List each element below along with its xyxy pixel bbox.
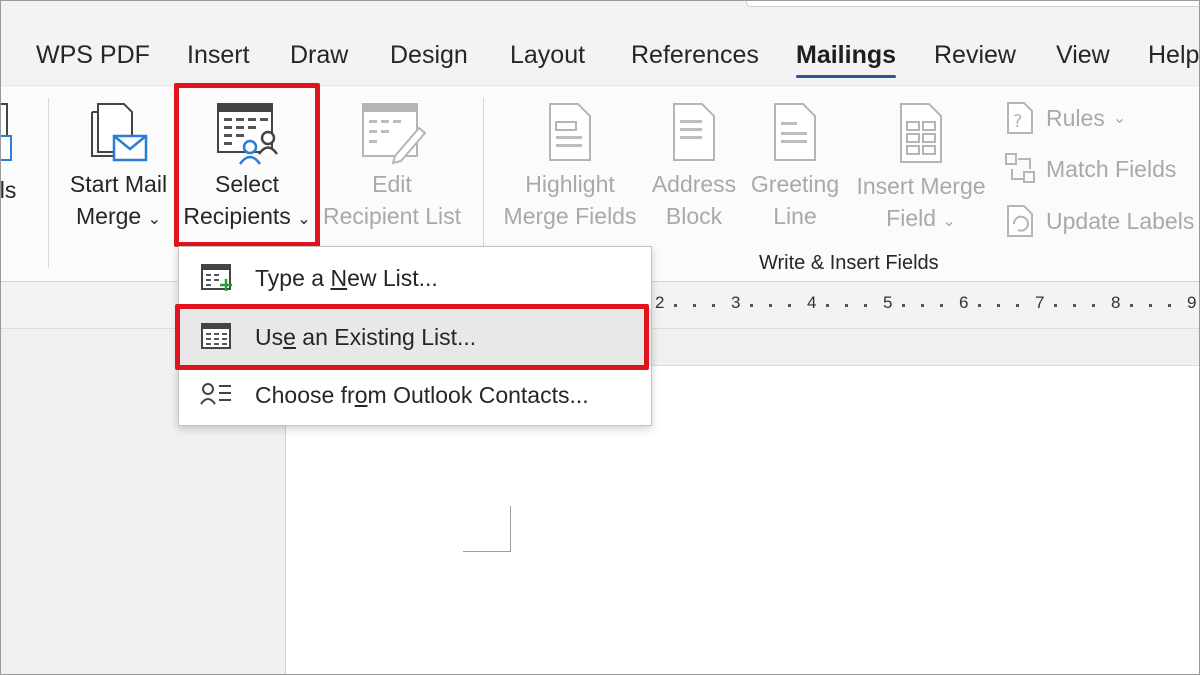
tab-view[interactable]: View [1056,41,1110,70]
write-insert-fields-group-label: Write & Insert Fields [759,252,939,274]
tab-design[interactable]: Design [390,41,468,70]
select-recipients-highlight [174,83,320,247]
labels-label: els [0,177,17,203]
edit-recipient-list-label-1: Edit [372,171,412,197]
match-fields-label: Match Fields [1046,155,1177,182]
word-window: WPS PDF Insert Draw Design Layout Refere… [0,0,1200,675]
menu-text: ew List... [347,264,438,291]
highlight-merge-fields-label-2: Merge Fields [503,203,637,229]
address-block-button[interactable]: Address Block [646,100,742,232]
menu-text: m Outlook Contacts... [367,381,589,408]
insert-merge-field-label-2: Field [886,205,937,231]
tab-insert[interactable]: Insert [187,41,250,70]
start-mail-merge-button[interactable]: Start Mail Merge ⌄ [61,100,176,236]
menu-accesskey: o [354,381,368,408]
svg-text:?: ? [1013,111,1023,132]
start-mail-merge-label-1: Start Mail [69,171,168,197]
ribbon-tab-bar: WPS PDF Insert Draw Design Layout Refere… [1,27,1199,85]
tab-help[interactable]: Help [1148,41,1199,70]
address-block-label-2: Block [665,203,723,229]
greeting-line-label-2: Line [773,203,817,229]
rules-button[interactable]: ? Rules ⌄ [1004,98,1126,138]
edit-list-icon [362,103,427,165]
ruler-tick: 9 [1187,293,1197,312]
contacts-icon [200,383,231,405]
highlight-merge-fields-label-1: Highlight [525,171,615,197]
tab-layout[interactable]: Layout [510,41,585,70]
ruler-tick: 5 [883,293,893,312]
insert-merge-field-label-1: Insert Merge [856,173,986,199]
labels-icon [1,103,12,161]
menu-item-outlook-contacts[interactable]: Choose from Outlook Contacts... [179,366,651,424]
labels-button-partial[interactable]: els [0,100,27,206]
menu-accesskey: N [330,264,348,291]
update-labels-label: Update Labels [1046,207,1195,234]
chevron-down-icon: ⌄ [147,211,161,228]
ruler-tick: 7 [1035,293,1045,312]
new-list-icon [201,264,232,291]
margin-corner-mark [510,506,511,552]
match-fields-icon [1005,153,1035,183]
mail-merge-icon [90,103,147,162]
chevron-down-icon: ⌄ [1112,110,1127,127]
greeting-line-icon [774,103,816,161]
update-labels-icon [1007,205,1033,237]
ruler-tick: 3 [731,293,741,312]
address-block-icon [673,103,715,161]
edit-recipient-list-button[interactable]: Edit Recipient List [319,100,465,232]
ruler-tick: 8 [1111,293,1121,312]
chevron-down-icon: ⌄ [942,213,956,230]
insert-merge-field-button[interactable]: Insert Merge Field ⌄ [849,100,993,238]
tab-review[interactable]: Review [934,41,1016,70]
menu-item-type-new-list[interactable]: Type a New List... [179,249,651,307]
tab-draw[interactable]: Draw [290,41,348,70]
greeting-line-label-1: Greeting [750,171,840,197]
highlight-fields-icon [549,103,591,161]
menu-text: Type a [255,264,331,291]
greeting-line-button[interactable]: Greeting Line [746,100,844,232]
update-labels-button[interactable]: Update Labels [1004,201,1194,241]
rules-icon: ? [1007,102,1033,134]
title-strip [1,1,1199,27]
ruler-tick: 6 [959,293,969,312]
tab-references[interactable]: References [631,41,759,70]
tab-mailings[interactable]: Mailings [796,41,897,78]
ruler-tick: 4 [807,293,817,312]
highlight-merge-fields-button[interactable]: Highlight Merge Fields [499,100,641,232]
ruler-tick: 2 [655,293,665,312]
rules-label: Rules [1046,104,1105,131]
insert-field-icon [900,103,942,163]
edit-recipient-list-label-2: Recipient List [322,203,462,229]
margin-corner-mark [463,551,511,552]
tab-wps-pdf[interactable]: WPS PDF [36,41,150,70]
address-block-label-1: Address [651,171,737,197]
menu-text: Choose fr [255,381,355,408]
match-fields-button[interactable]: Match Fields [1004,149,1176,189]
start-mail-merge-label-2: Merge [76,203,142,229]
horizontal-ruler: 2 3 4 5 6 7 8 9 [651,289,1199,321]
existing-list-highlight [175,304,649,370]
